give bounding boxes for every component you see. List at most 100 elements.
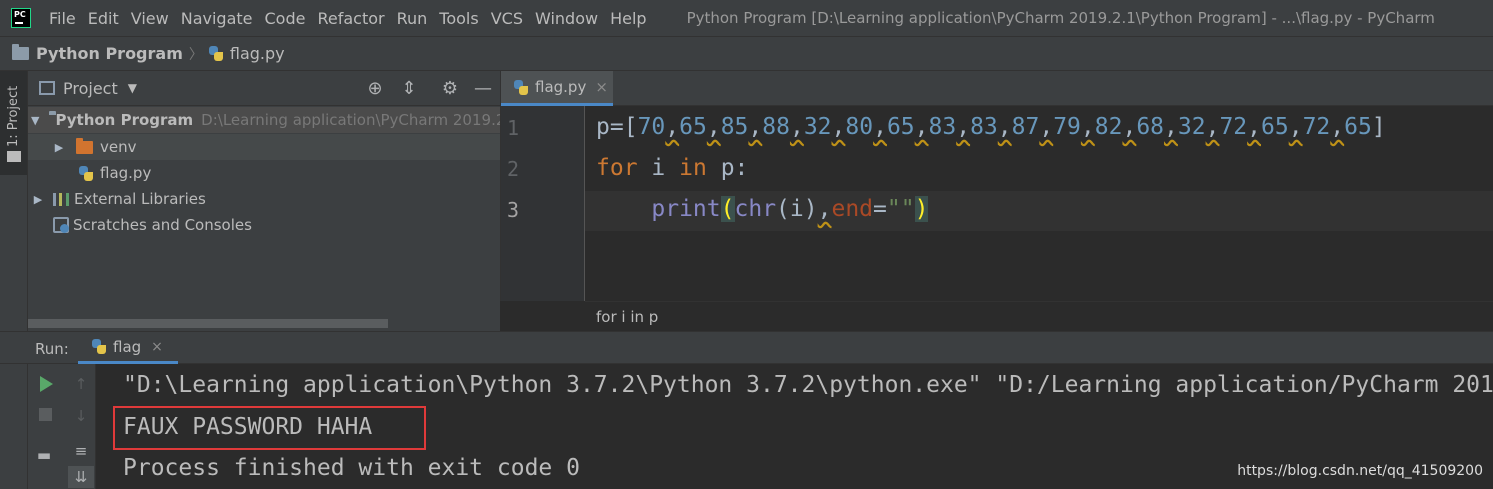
chevron-right-icon[interactable]: ▶ [52, 141, 66, 154]
list-number: 83 [928, 114, 957, 140]
project-tree: ▼ Python Program D:\Learning application… [28, 106, 500, 331]
list-number: 65 [679, 114, 707, 140]
close-icon[interactable]: × [151, 339, 163, 355]
project-view-selector[interactable]: Project [63, 79, 118, 98]
scroll-to-end-icon[interactable]: ⇊ [68, 466, 94, 488]
python-file-icon [514, 79, 528, 95]
line-number: 2 [507, 157, 520, 181]
close-icon[interactable]: × [595, 78, 608, 96]
run-tab-flag[interactable]: flag × [78, 332, 178, 364]
python-file-icon [79, 165, 93, 181]
tab-label: flag.py [535, 78, 587, 96]
code-line-1: p=[70,65,85,88,32,80,65,83,83,87,79,82,6… [596, 114, 1386, 140]
editor-breadcrumb[interactable]: for i in p [596, 308, 658, 326]
code-line-3: print(chr(i),end="") [651, 196, 929, 222]
comma-separator: , [956, 114, 971, 140]
folder-icon [7, 151, 21, 162]
tree-item-label: Python Program [55, 111, 194, 129]
arrow-down-icon[interactable]: ↓ [70, 405, 92, 427]
run-left-strip [0, 364, 28, 489]
comma-separator: , [1164, 114, 1178, 140]
list-number: 65 [1344, 114, 1372, 140]
tree-item-label: venv [100, 138, 137, 156]
menu-run[interactable]: Run [397, 9, 428, 28]
tree-item-venv[interactable]: ▶ venv [28, 134, 500, 160]
code-editor[interactable]: p=[70,65,85,88,32,80,65,83,83,87,79,82,6… [585, 106, 1493, 301]
line-number: 1 [507, 116, 520, 140]
comma-separator: , [789, 114, 804, 140]
comma-separator: , [748, 114, 763, 140]
code-line-2: for i in p: [596, 155, 749, 181]
menu-vcs[interactable]: VCS [491, 9, 523, 28]
comma-separator: , [873, 114, 887, 140]
comma-separator: , [706, 114, 721, 140]
menu-code[interactable]: Code [265, 9, 306, 28]
list-number: 87 [1011, 114, 1040, 140]
watermark-text: https://blog.csdn.net/qq_41509200 [1237, 463, 1483, 479]
editor-gutter: 1 2 3 [500, 106, 585, 301]
pycharm-logo-icon: PC [11, 8, 31, 28]
list-number: 80 [845, 114, 874, 140]
list-number: 32 [803, 114, 832, 140]
run-label: Run: [35, 340, 69, 358]
stop-icon[interactable] [39, 408, 52, 421]
line-number: 3 [507, 198, 520, 222]
menu-refactor[interactable]: Refactor [317, 9, 384, 28]
chevron-down-icon[interactable]: ▼ [128, 81, 137, 95]
tree-item-flag-py[interactable]: flag.py [28, 160, 500, 186]
gear-icon[interactable]: ⚙ [439, 78, 461, 100]
run-panel-header: Run: flag × [0, 331, 1493, 364]
console-output-line: FAUX PASSWORD HAHA [123, 414, 373, 440]
console-command-line: "D:\Learning application\Python 3.7.2\Py… [123, 372, 1493, 398]
comma-separator: , [1080, 114, 1095, 140]
menu-window[interactable]: Window [535, 9, 598, 28]
comma-separator: , [914, 114, 929, 140]
project-view-icon [39, 81, 55, 95]
tab-flag-py[interactable]: flag.py × [501, 71, 613, 106]
breadcrumb-separator: 〉 [188, 46, 203, 63]
layout-icon[interactable]: ▬ [33, 444, 55, 466]
console-exit-line: Process finished with exit code 0 [123, 455, 580, 481]
tree-item-path: D:\Learning application\PyCharm 2019.2.1… [201, 111, 500, 129]
run-toolbar: ↑ ↓ ▬ ≡ ⇊ [28, 364, 96, 489]
tree-item-label: Scratches and Consoles [73, 216, 252, 234]
locate-icon[interactable]: ⊕ [364, 78, 386, 100]
navigation-bar: Python Program 〉 flag.py [0, 36, 1493, 71]
list-number: 70 [637, 114, 666, 140]
menu-edit[interactable]: Edit [88, 9, 119, 28]
list-number: 72 [1302, 114, 1331, 140]
tree-item-external-libraries[interactable]: ▶ External Libraries [28, 186, 500, 212]
breadcrumb-file[interactable]: flag.py [230, 44, 285, 63]
chevron-down-icon[interactable]: ▼ [31, 114, 39, 127]
menu-file[interactable]: File [49, 9, 76, 28]
python-file-icon [92, 339, 106, 354]
hide-panel-icon[interactable]: — [472, 78, 494, 100]
horizontal-scrollbar[interactable] [28, 319, 388, 328]
arrow-up-icon[interactable]: ↑ [70, 373, 92, 395]
chevron-right-icon[interactable]: ▶ [31, 193, 45, 206]
editor-tab-bar: flag.py × [500, 71, 1493, 106]
scratches-icon [53, 217, 69, 233]
rerun-icon[interactable] [40, 376, 53, 392]
list-number: 88 [762, 114, 790, 140]
comma-separator: , [1039, 114, 1054, 140]
menu-help[interactable]: Help [610, 9, 646, 28]
menu-navigate[interactable]: Navigate [181, 9, 253, 28]
breadcrumb-project[interactable]: Python Program [36, 44, 183, 63]
list-number: 85 [720, 114, 749, 140]
comma-separator: , [997, 114, 1012, 140]
project-tool-tab[interactable]: 1: Project [0, 71, 27, 175]
collapse-all-icon[interactable]: ⇕ [398, 78, 420, 100]
comma-separator: , [665, 114, 680, 140]
folder-icon [76, 137, 93, 154]
list-number: 65 [1261, 114, 1289, 140]
soft-wrap-icon[interactable]: ≡ [70, 440, 92, 462]
menu-bar: PC File Edit View Navigate Code Refactor… [0, 0, 1493, 36]
menu-view[interactable]: View [131, 9, 169, 28]
library-icon [53, 192, 69, 206]
menu-tools[interactable]: Tools [439, 9, 478, 28]
tree-item-python-program[interactable]: ▼ Python Program D:\Learning application… [28, 107, 500, 133]
list-number: 72 [1219, 114, 1248, 140]
tree-item-label: flag.py [100, 164, 152, 182]
tree-item-scratches[interactable]: Scratches and Consoles [28, 212, 500, 238]
